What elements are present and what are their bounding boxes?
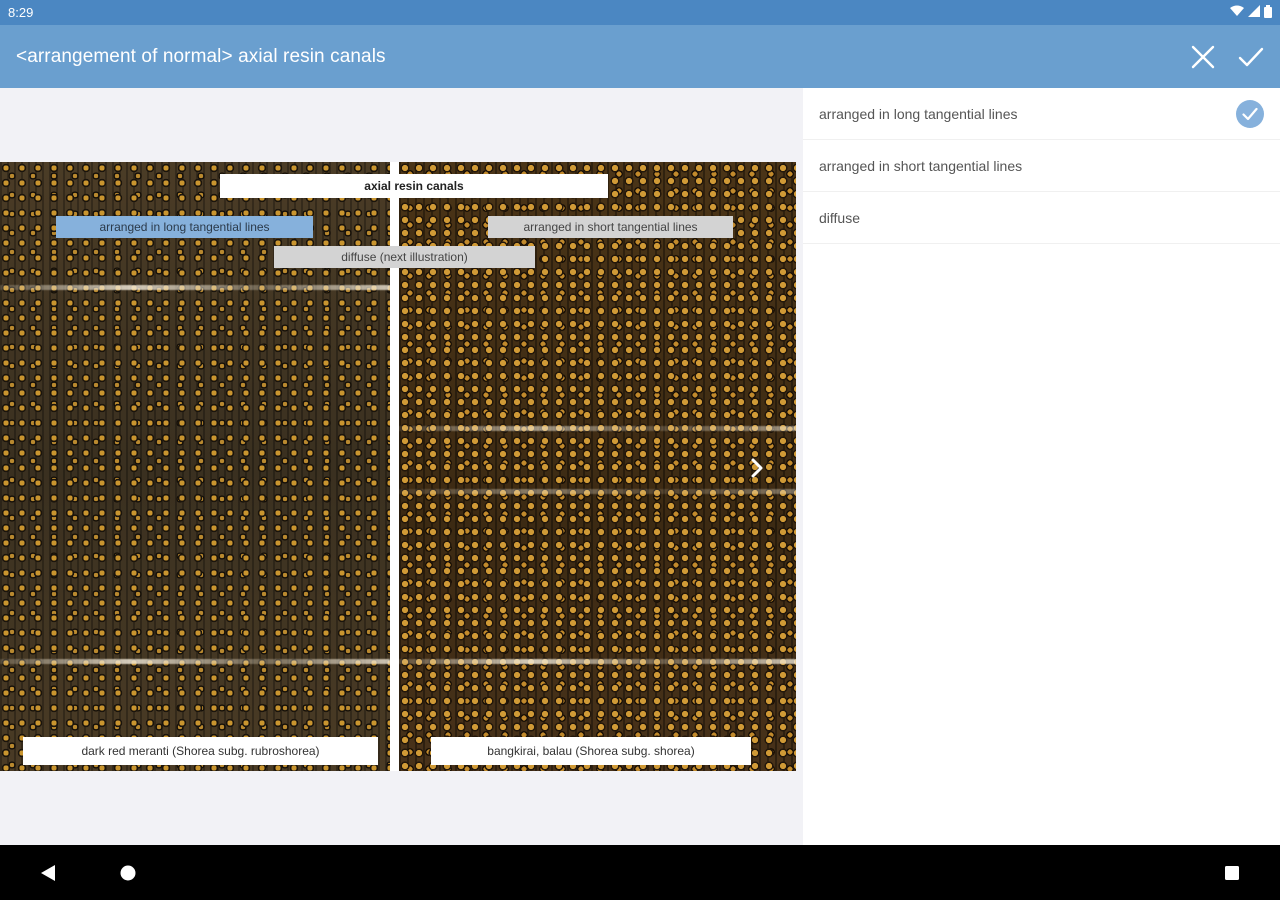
option-diffuse[interactable]: diffuse xyxy=(803,192,1280,244)
wifi-icon xyxy=(1230,5,1244,20)
option-label: diffuse xyxy=(819,209,860,226)
app-bar: <arrangement of normal> axial resin cana… xyxy=(0,25,1280,88)
option-short-tangential[interactable]: arranged in short tangential lines xyxy=(803,140,1280,192)
main-content: axial resin canals arranged in long tang… xyxy=(0,88,1280,845)
label-diffuse: diffuse (next illustration) xyxy=(274,246,535,268)
growth-ring-line xyxy=(399,489,796,494)
status-icons xyxy=(1230,4,1272,21)
close-icon xyxy=(1191,45,1215,68)
check-icon xyxy=(1238,47,1264,66)
growth-ring-line xyxy=(399,426,796,431)
caption-right: bangkirai, balau (Shorea subg. shorea) xyxy=(431,737,751,765)
status-bar: 8:29 xyxy=(0,0,1280,25)
caption-left: dark red meranti (Shorea subg. rubroshor… xyxy=(23,737,378,765)
option-long-tangential[interactable]: arranged in long tangential lines xyxy=(803,88,1280,140)
close-button[interactable] xyxy=(1190,44,1216,70)
system-nav-bar xyxy=(0,845,1280,900)
growth-ring-line xyxy=(399,659,796,664)
label-long-tangential: arranged in long tangential lines xyxy=(56,216,313,238)
status-time: 8:29 xyxy=(8,5,34,20)
label-short-tangential: arranged in short tangential lines xyxy=(488,216,733,238)
back-icon xyxy=(41,865,55,881)
confirm-button[interactable] xyxy=(1238,44,1264,70)
options-list: arranged in long tangential lines arrang… xyxy=(803,88,1280,845)
option-label: arranged in short tangential lines xyxy=(819,157,1023,174)
illustration-image: axial resin canals arranged in long tang… xyxy=(0,162,796,771)
illustration-header-label: axial resin canals xyxy=(220,174,608,198)
home-icon xyxy=(120,865,136,881)
illustration-panel: axial resin canals arranged in long tang… xyxy=(0,88,803,845)
signal-icon xyxy=(1248,5,1260,20)
back-button[interactable] xyxy=(37,862,59,884)
growth-ring-line xyxy=(0,285,390,290)
selected-check-icon xyxy=(1236,99,1264,128)
home-button[interactable] xyxy=(117,862,139,884)
chevron-right-icon xyxy=(751,458,763,478)
app-bar-actions xyxy=(1190,44,1264,70)
recents-icon xyxy=(1225,866,1239,880)
page-title: <arrangement of normal> axial resin cana… xyxy=(16,45,386,67)
growth-ring-line xyxy=(0,659,390,664)
next-illustration-button[interactable] xyxy=(746,456,768,480)
option-label: arranged in long tangential lines xyxy=(819,105,1018,122)
recents-button[interactable] xyxy=(1221,862,1243,884)
battery-icon xyxy=(1264,4,1272,21)
